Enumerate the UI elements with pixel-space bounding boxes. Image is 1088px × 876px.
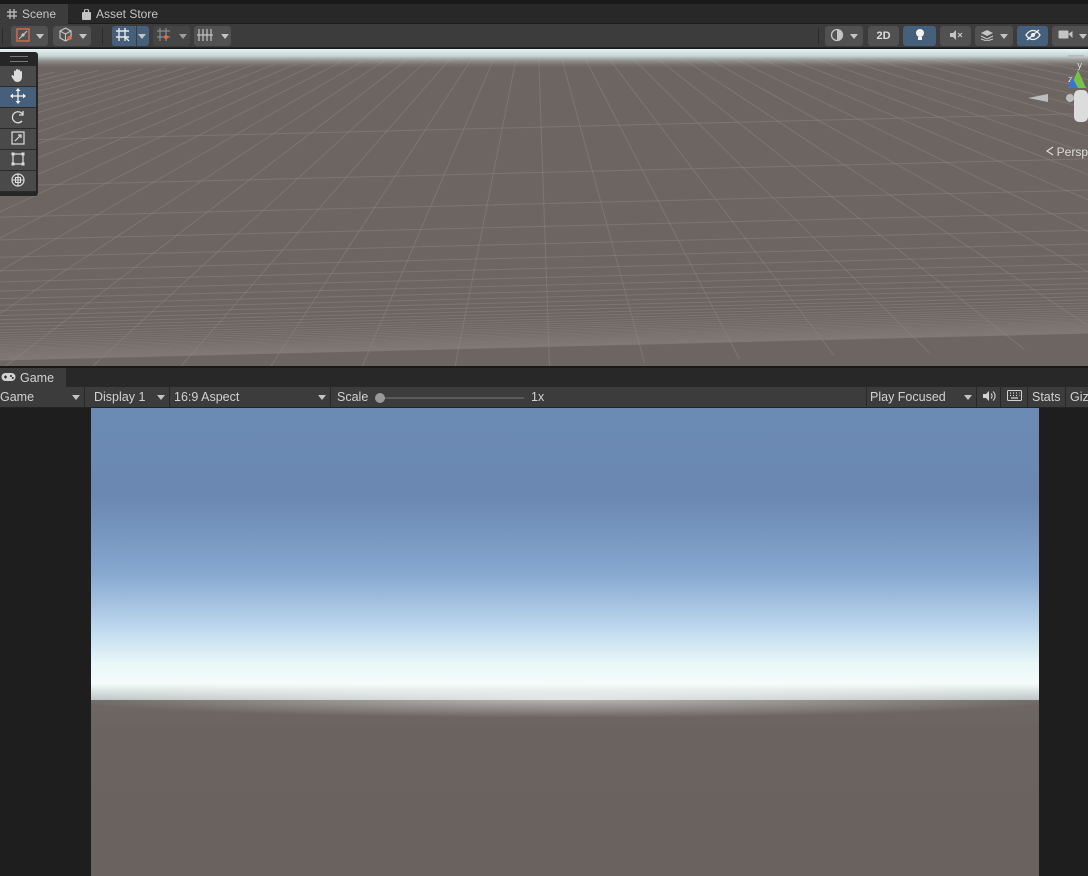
- play-mode-select[interactable]: Play Focused: [867, 387, 977, 407]
- toggle-2d-button[interactable]: 2D: [868, 26, 899, 46]
- gamepad-icon: [1, 371, 16, 385]
- hand-tool-button[interactable]: [0, 66, 36, 87]
- shortcuts-button[interactable]: [1001, 387, 1028, 407]
- lighting-toggle-button[interactable]: [903, 26, 936, 46]
- grid-snap-icon: [115, 27, 130, 45]
- scale-tool-button[interactable]: [0, 129, 36, 150]
- horizon-glow: [91, 678, 1039, 718]
- toolbar-separator: [818, 28, 819, 44]
- scale-value: 1x: [531, 390, 545, 404]
- game-display: [91, 408, 1039, 876]
- rect-tool-button[interactable]: [0, 150, 36, 171]
- chevron-down-icon: [72, 395, 80, 400]
- scene-visibility-button[interactable]: [1017, 26, 1048, 46]
- scene-toolbar: 2D: [0, 24, 1088, 48]
- move-tool-button[interactable]: [0, 87, 36, 108]
- chevron-down-icon: [964, 395, 972, 400]
- chevron-down-icon: [78, 33, 87, 39]
- display-select[interactable]: Display 1: [85, 387, 170, 407]
- ruler-grid-icon: [196, 28, 213, 45]
- display-value: Display 1: [94, 390, 146, 404]
- layers-icon: [980, 29, 994, 44]
- cube-icon: [58, 27, 73, 45]
- audio-toggle-button[interactable]: [940, 26, 971, 46]
- tab-scene[interactable]: Scene: [0, 4, 68, 24]
- scene-ground-grid: [0, 49, 1088, 366]
- scale-slider-track[interactable]: [380, 397, 524, 399]
- rect-icon: [10, 151, 26, 170]
- chevron-down-icon: [1078, 33, 1087, 39]
- game-viewport[interactable]: [0, 408, 1088, 876]
- view-type-select[interactable]: Game: [0, 387, 85, 407]
- transform-tool-button[interactable]: [0, 171, 36, 192]
- chevron-down-icon: [1000, 33, 1008, 39]
- tab-asset-store[interactable]: Asset Store: [74, 4, 164, 24]
- gizmos-button[interactable]: Gizmos: [1066, 387, 1088, 407]
- effects-button[interactable]: [975, 26, 1013, 46]
- move-arrows-icon: [10, 87, 26, 107]
- game-ground: [91, 700, 1039, 876]
- snap-increment-button[interactable]: [153, 26, 190, 46]
- chevron-down-icon: [850, 33, 858, 39]
- grid-icon: [6, 8, 18, 20]
- sphere-icon: [830, 28, 844, 45]
- speaker-icon: [982, 390, 996, 405]
- button-split: [136, 26, 137, 46]
- scene-tab-bar: Scene Asset Store: [0, 4, 1088, 24]
- scene-viewport[interactable]: y z Persp: [0, 49, 1088, 366]
- chevron-down-icon: [318, 395, 326, 400]
- camera-icon: [1058, 29, 1073, 43]
- toolbar-separator: [2, 28, 3, 44]
- grid-snap-button[interactable]: [112, 26, 149, 46]
- aspect-value: 16:9 Aspect: [174, 390, 240, 404]
- tab-asset-store-label: Asset Store: [96, 7, 159, 21]
- projection-label: Persp: [1056, 145, 1088, 159]
- draw-mode-button[interactable]: [11, 26, 48, 46]
- gizmo-axis-label: y: [1077, 61, 1083, 71]
- audio-mute-icon: [949, 29, 963, 44]
- lightbulb-icon: [914, 28, 926, 45]
- tab-scene-label: Scene: [22, 7, 57, 21]
- skybox: [91, 408, 1039, 708]
- transform-icon: [10, 172, 26, 191]
- rotate-icon: [10, 109, 26, 128]
- draw-mode-icon: [15, 27, 30, 45]
- game-tab-bar: Game: [0, 368, 1088, 387]
- chevron-left-icon: [1045, 145, 1055, 159]
- projection-toggle[interactable]: Persp: [1045, 145, 1088, 159]
- rotate-tool-button[interactable]: [0, 108, 36, 129]
- toolbar-separator: [102, 28, 103, 44]
- play-mode-value: Play Focused: [870, 390, 946, 404]
- chevron-down-icon: [179, 33, 187, 39]
- scale-label: Scale: [337, 390, 369, 404]
- chevron-down-icon: [138, 33, 146, 39]
- tab-game[interactable]: Game: [0, 368, 66, 387]
- tool-palette: [0, 52, 38, 196]
- camera-settings-button[interactable]: [1052, 26, 1088, 46]
- render-mode-button[interactable]: [53, 26, 91, 46]
- chevron-down-icon: [35, 33, 44, 39]
- grid-visibility-button[interactable]: [194, 26, 231, 46]
- aspect-select[interactable]: 16:9 Aspect: [170, 387, 331, 407]
- keyboard-icon: [1006, 390, 1022, 404]
- scale-icon: [10, 130, 26, 149]
- eye-hidden-icon: [1024, 29, 1041, 44]
- snap-increment-icon: [156, 27, 171, 45]
- chevron-down-icon: [157, 395, 165, 400]
- game-toolbar: Game Display 1 16:9 Aspect Scale 1x Play…: [0, 387, 1088, 408]
- scale-slider-thumb[interactable]: [375, 393, 385, 403]
- stats-button[interactable]: Stats: [1028, 387, 1066, 407]
- hand-icon: [10, 67, 26, 86]
- mute-audio-button[interactable]: [977, 387, 1001, 407]
- chevron-down-icon: [220, 33, 229, 39]
- shading-mode-button[interactable]: [825, 26, 863, 46]
- shopping-bag-icon: [80, 8, 92, 20]
- drag-handle-icon[interactable]: [10, 56, 28, 62]
- view-type-value: Game: [0, 390, 35, 404]
- tab-game-label: Game: [20, 370, 55, 385]
